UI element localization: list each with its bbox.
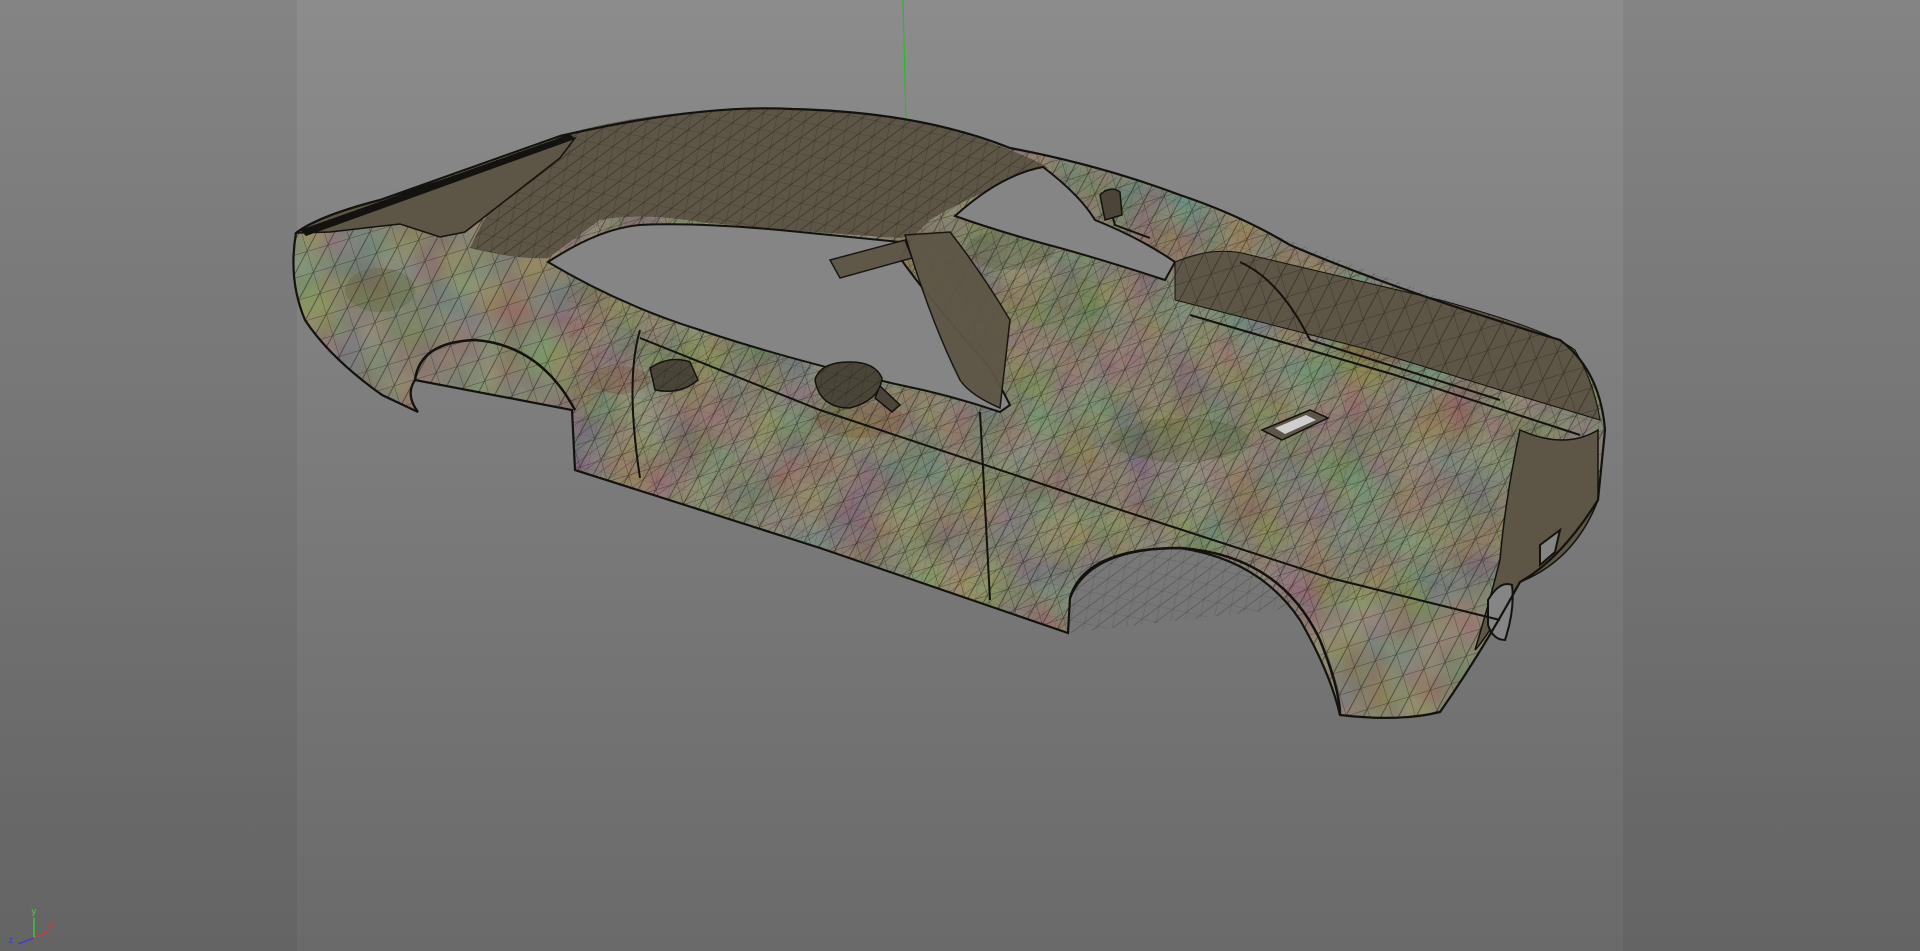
car-body-model[interactable] xyxy=(292,107,1607,719)
viewport-scene[interactable] xyxy=(0,0,1920,951)
3d-viewport[interactable]: x y z xyxy=(0,0,1920,951)
axis-orientation-gizmo: x y z xyxy=(4,907,56,948)
axis-z-label: z xyxy=(8,936,14,946)
axis-x-label: x xyxy=(48,920,54,930)
axis-y-label: y xyxy=(31,907,37,917)
